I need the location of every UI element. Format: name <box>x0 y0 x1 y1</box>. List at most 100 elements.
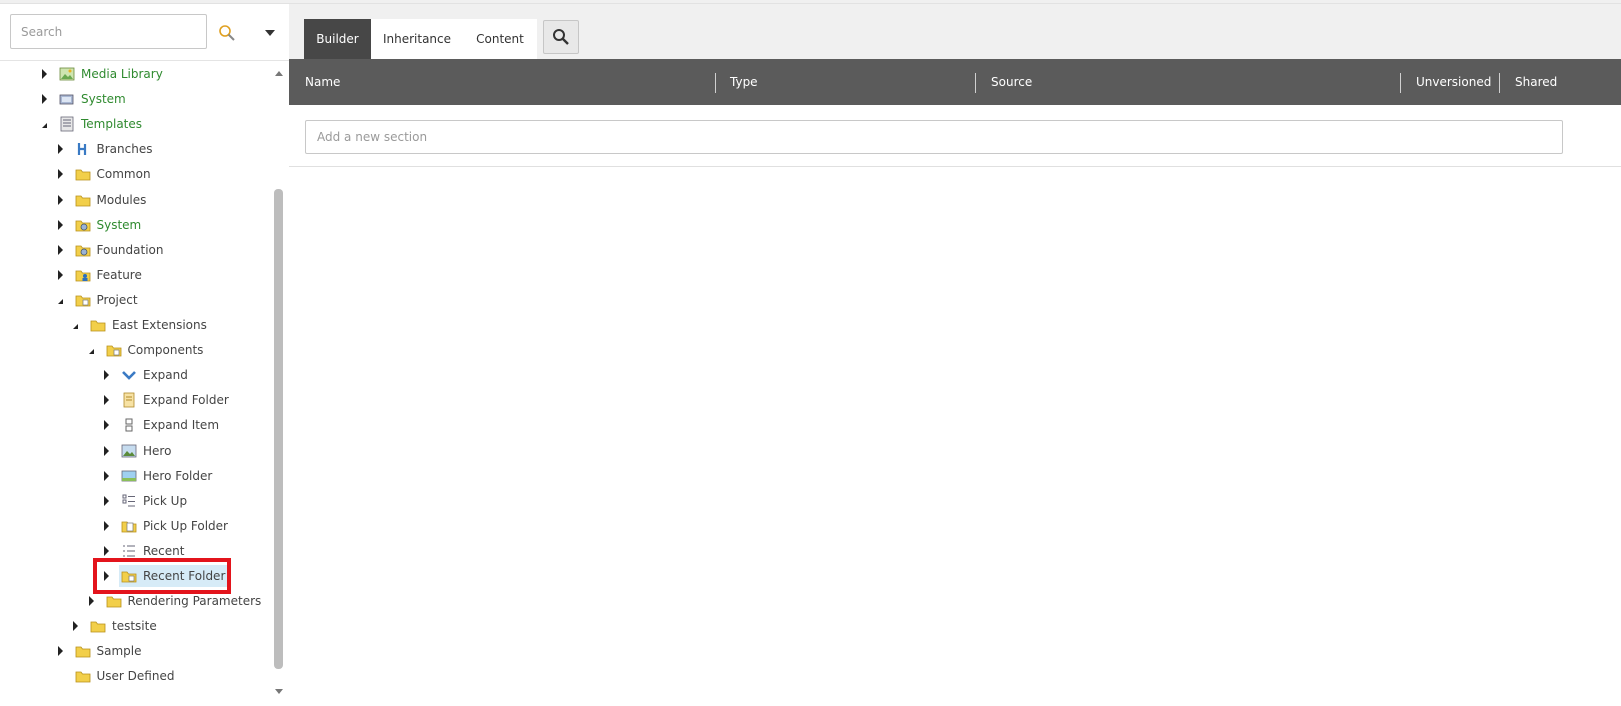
tree-item-content[interactable]: Templates <box>57 113 148 135</box>
tree-item[interactable]: Project <box>57 289 144 311</box>
expand-arrow-icon[interactable] <box>104 445 109 456</box>
chevron-down-icon[interactable] <box>265 30 275 36</box>
tree-item-content[interactable]: Expand Item <box>119 414 225 436</box>
tree-item[interactable]: Expand Item <box>104 414 225 436</box>
tree-scrollbar[interactable] <box>270 61 288 706</box>
expand-arrow-icon[interactable] <box>104 420 109 431</box>
tree-item[interactable]: Feature <box>57 264 148 286</box>
tab-inheritance[interactable]: Inheritance <box>371 19 463 59</box>
tree-item-label: Expand <box>143 368 188 383</box>
expand-arrow-icon[interactable] <box>42 94 47 105</box>
tree-item[interactable]: Sample <box>57 640 148 662</box>
tree-item[interactable]: System <box>42 88 132 110</box>
tree-item[interactable]: Components <box>88 339 210 361</box>
tree-item[interactable]: Pick Up Folder <box>104 515 234 537</box>
expand-arrow-icon[interactable] <box>57 244 63 255</box>
tree-item-content[interactable]: Hero <box>119 440 177 462</box>
tab-builder[interactable]: Builder <box>304 19 371 59</box>
collapse-arrow-icon[interactable] <box>73 324 78 329</box>
tree-item[interactable]: System <box>57 214 148 236</box>
column-shared[interactable]: Shared <box>1515 59 1557 105</box>
tree-item[interactable]: Expand <box>104 364 194 386</box>
expand-arrow-icon[interactable] <box>104 495 109 506</box>
column-name[interactable]: Name <box>305 59 340 105</box>
folder-doc-icon <box>121 521 137 533</box>
collapse-arrow-icon[interactable] <box>57 298 63 304</box>
expand-arrow-icon[interactable] <box>88 596 94 607</box>
tree-item[interactable]: Branches <box>57 138 159 160</box>
tab-bar: Builder Inheritance Content <box>289 4 1621 59</box>
scroll-thumb[interactable] <box>274 189 283 669</box>
tree-item[interactable]: East Extensions <box>73 314 213 336</box>
tree-item-content[interactable]: Pick Up Folder <box>119 515 234 537</box>
tree-item[interactable]: Hero <box>104 440 177 462</box>
tree-item-content[interactable]: Common <box>73 163 157 185</box>
expand-arrow-icon[interactable] <box>57 144 63 155</box>
tree-item-label: Modules <box>96 192 147 207</box>
tree-item[interactable]: User Defined <box>58 665 181 687</box>
expand-arrow-icon[interactable] <box>104 370 109 381</box>
tree-item-content[interactable]: Project <box>73 289 144 311</box>
expand-arrow-icon[interactable] <box>57 269 63 280</box>
expand-arrow-icon[interactable] <box>104 520 109 531</box>
folder-gear-icon <box>75 245 90 257</box>
tree-item-content[interactable]: User Defined <box>73 665 181 687</box>
expand-arrow-icon[interactable] <box>73 621 78 632</box>
tree-item-label: System <box>96 217 142 232</box>
scroll-down-icon[interactable] <box>275 689 283 694</box>
add-section-input[interactable] <box>305 120 1563 154</box>
tree-item-content[interactable]: Sample <box>73 640 148 662</box>
tab-search-button[interactable] <box>543 20 579 54</box>
expand-arrow-icon[interactable] <box>57 194 63 205</box>
template-builder-panel: Builder Inheritance Content Name Type So… <box>289 4 1621 706</box>
column-divider <box>1400 73 1401 93</box>
column-unversioned[interactable]: Unversioned <box>1416 59 1491 105</box>
search-icon[interactable] <box>218 24 236 42</box>
tree-item-content[interactable]: Expand <box>119 364 194 386</box>
folder-icon <box>90 621 106 633</box>
tree-item-content[interactable]: Foundation <box>73 239 170 261</box>
tree-item[interactable]: Common <box>57 163 157 185</box>
column-type[interactable]: Type <box>730 59 758 105</box>
tree-item-content[interactable]: Components <box>104 339 210 361</box>
tree-item-label: Media Library <box>81 67 163 81</box>
expand-arrow-icon[interactable] <box>104 545 109 556</box>
expand-arrow-icon[interactable] <box>57 169 63 180</box>
tree-item-content[interactable]: Media Library <box>57 63 169 85</box>
tree-item-content[interactable]: Pick Up <box>119 490 193 512</box>
tree-item-content[interactable]: Expand Folder <box>119 389 235 411</box>
tree-item[interactable]: Hero Folder <box>104 465 218 487</box>
column-source[interactable]: Source <box>991 59 1032 105</box>
expand-arrow-icon[interactable] <box>104 470 109 481</box>
tab-content[interactable]: Content <box>463 19 537 59</box>
collapse-arrow-icon[interactable] <box>42 123 47 129</box>
document-icon <box>123 392 135 408</box>
tree-item-content[interactable]: System <box>73 214 148 236</box>
search-input[interactable] <box>10 14 207 49</box>
tree-item[interactable]: Expand Folder <box>104 389 235 411</box>
expand-arrow-icon[interactable] <box>104 395 109 406</box>
tree-item-content[interactable]: Branches <box>73 138 159 160</box>
tree-item-content[interactable]: East Extensions <box>88 314 213 336</box>
expand-arrow-icon[interactable] <box>42 69 47 79</box>
expand-arrow-icon[interactable] <box>57 219 63 230</box>
tree-item[interactable]: testsite <box>73 615 163 637</box>
tree-item-content[interactable]: testsite <box>88 615 163 637</box>
tree-item-label: Hero <box>143 443 172 458</box>
folder-icon <box>106 596 121 608</box>
folder-gear-icon <box>75 220 90 231</box>
tree-item[interactable]: Templates <box>42 113 148 135</box>
tree-item-content[interactable]: Hero Folder <box>119 465 218 487</box>
tree-item[interactable]: Media Library <box>42 63 169 85</box>
tree-item[interactable]: Foundation <box>57 239 170 261</box>
scroll-up-icon[interactable] <box>275 71 283 76</box>
tree-item-content[interactable]: Feature <box>73 264 148 286</box>
collapse-arrow-icon[interactable] <box>88 349 94 355</box>
folder-template-icon <box>75 295 90 307</box>
tree-item-label: Feature <box>96 267 142 282</box>
tree-item-content[interactable]: System <box>57 88 132 110</box>
tree-item-content[interactable]: Modules <box>73 189 153 211</box>
tree-item[interactable]: Pick Up <box>104 490 193 512</box>
tree-item[interactable]: Modules <box>57 189 153 211</box>
expand-arrow-icon[interactable] <box>57 646 63 657</box>
